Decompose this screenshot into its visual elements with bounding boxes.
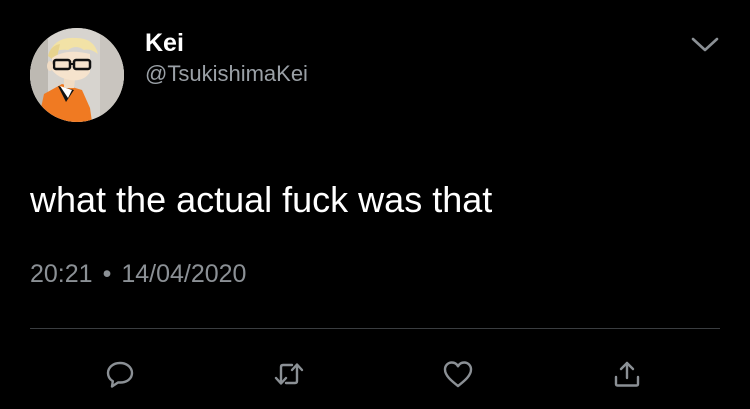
profile-avatar-icon xyxy=(30,28,124,122)
user-handle[interactable]: @TsukishimaKei xyxy=(145,61,308,87)
tweet-text: what the actual fuck was that xyxy=(30,179,493,220)
reply-icon xyxy=(106,361,134,388)
reply-button[interactable] xyxy=(98,352,142,396)
chevron-down-icon xyxy=(691,37,719,52)
divider xyxy=(30,328,720,329)
heart-icon xyxy=(443,361,473,388)
retweet-icon xyxy=(274,363,304,385)
tweet-date: 14/04/2020 xyxy=(121,260,247,288)
retweet-button[interactable] xyxy=(267,352,311,396)
display-name[interactable]: Kei xyxy=(145,28,184,58)
tweet-timestamp[interactable]: 20:21 • 14/04/2020 xyxy=(30,258,246,290)
share-button[interactable] xyxy=(605,352,649,396)
more-options-button[interactable] xyxy=(682,28,728,62)
meta-separator: • xyxy=(102,260,112,288)
share-icon xyxy=(614,361,640,387)
tweet-time: 20:21 xyxy=(30,260,93,288)
like-button[interactable] xyxy=(436,352,480,396)
avatar[interactable] xyxy=(30,28,124,122)
tweet-card: Kei @TsukishimaKei what the actual fuck … xyxy=(0,0,750,409)
